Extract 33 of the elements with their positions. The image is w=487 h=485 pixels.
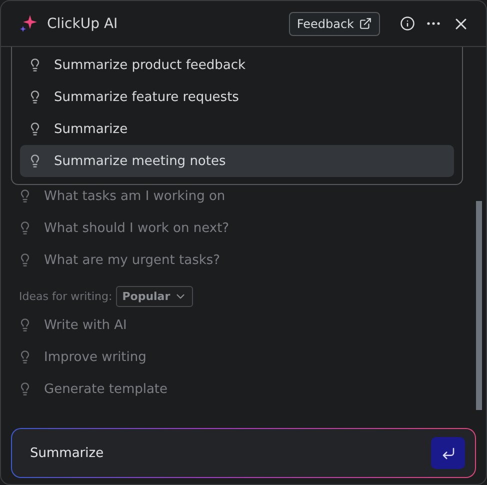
external-link-icon — [359, 17, 372, 30]
info-button[interactable] — [400, 16, 415, 31]
suggestion-item[interactable]: Generate template — [44, 382, 168, 396]
lightbulb-icon — [28, 154, 42, 168]
section-label: Ideas for writing: — [19, 290, 112, 303]
suggestion-item[interactable]: What tasks am I working on — [44, 188, 226, 204]
filter-dropdown[interactable]: Popular — [116, 286, 194, 307]
lightbulb-icon — [18, 382, 32, 396]
ellipsis-icon — [427, 22, 440, 25]
sparkle-logo-icon — [19, 14, 39, 34]
dropdown-item[interactable]: Summarize — [20, 113, 454, 145]
lightbulb-icon — [28, 90, 42, 104]
dropdown-item[interactable]: Summarize meeting notes — [20, 145, 454, 177]
dropdown-item[interactable]: Summarize feature requests — [20, 81, 454, 113]
window-title: ClickUp AI — [47, 16, 119, 32]
lightbulb-icon — [18, 221, 32, 235]
suggestion-item[interactable]: What are my urgent tasks? — [44, 252, 220, 268]
feedback-button[interactable]: Feedback — [288, 12, 380, 36]
dropdown-item[interactable]: Summarize product feedback — [20, 49, 454, 81]
suggestion-item[interactable]: What should I work on next? — [44, 220, 230, 236]
more-button[interactable] — [427, 22, 440, 25]
lightbulb-icon — [18, 318, 32, 332]
lightbulb-icon — [28, 58, 42, 72]
enter-icon — [440, 446, 456, 460]
suggestion-item[interactable]: Improve writing — [44, 350, 146, 364]
lightbulb-icon — [28, 122, 42, 136]
suggestion-item[interactable]: Write with AI — [44, 318, 127, 332]
lightbulb-icon — [18, 350, 32, 364]
prompt-field[interactable]: Summarize — [11, 428, 476, 478]
lightbulb-icon — [18, 189, 32, 203]
prompt-input[interactable]: Summarize — [28, 444, 431, 462]
lightbulb-icon — [18, 253, 32, 267]
send-button[interactable] — [431, 437, 465, 469]
